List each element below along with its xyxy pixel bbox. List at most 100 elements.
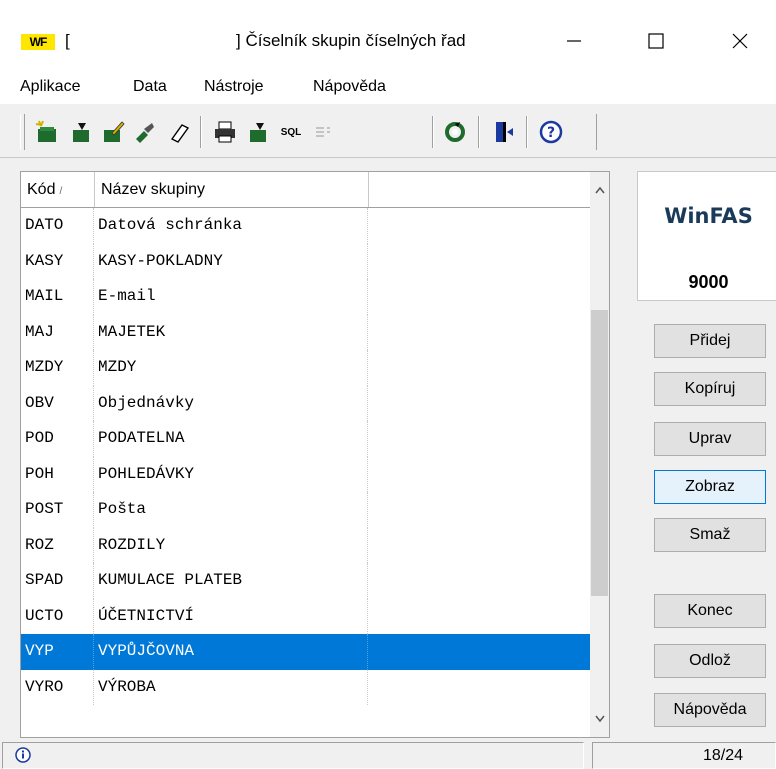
chevron-down-icon xyxy=(594,715,605,723)
eraser-icon xyxy=(170,124,190,143)
export-icon xyxy=(250,123,266,142)
print-icon xyxy=(215,121,235,143)
cell-name: MZDY xyxy=(95,350,368,386)
edit-pencil-button[interactable] xyxy=(98,114,128,150)
title-bar: WF [ ] Číselník skupin číselných řad xyxy=(0,0,776,70)
help-button[interactable]: ? xyxy=(536,114,566,150)
print-button[interactable] xyxy=(210,114,240,150)
minimize-button[interactable] xyxy=(544,18,604,64)
cell-name: POHLEDÁVKY xyxy=(95,456,368,492)
cell-name: VYPŮJČOVNA xyxy=(95,634,368,670)
cell-code: POH xyxy=(21,456,94,492)
grid-header: Kód / Název skupiny xyxy=(21,172,591,208)
maximize-button[interactable] xyxy=(626,18,686,64)
column-header-code-label: Kód xyxy=(27,181,56,198)
sql-icon: SQL xyxy=(280,126,302,138)
table-row[interactable]: DATO Datová schránka xyxy=(21,208,591,244)
toolbar-separator xyxy=(432,116,434,148)
table-row[interactable]: POH POHLEDÁVKY xyxy=(21,456,591,492)
cell-code: UCTO xyxy=(21,598,94,634)
menu-nastroje[interactable]: Nástroje xyxy=(204,78,264,96)
cell-name: MAJETEK xyxy=(95,314,368,350)
grid-body: DATO Datová schránka KASY KASY-POKLADNY MAIL… xyxy=(21,208,591,705)
cell-code: VYP xyxy=(21,634,94,670)
edit-button[interactable]: Uprav xyxy=(654,422,766,456)
table-row[interactable]: MAJ MAJETEK xyxy=(21,314,591,351)
scroll-up-button[interactable] xyxy=(590,172,609,208)
copy-button[interactable]: Kopíruj xyxy=(654,372,766,406)
filter-icon xyxy=(316,127,330,137)
table-row[interactable]: MZDY MZDY xyxy=(21,350,591,386)
edit-record-icon xyxy=(73,123,89,142)
table-row[interactable]: VYP VYPŮJČOVNA xyxy=(21,634,591,670)
delete-button[interactable]: Smaž xyxy=(654,518,766,552)
sql-button[interactable]: SQL xyxy=(276,114,306,150)
winfas-number: 9000 xyxy=(688,272,729,292)
group-grid[interactable]: Kód / Název skupiny DATO Datová schránka KA… xyxy=(20,171,610,738)
cell-empty xyxy=(369,670,591,706)
scroll-thumb[interactable] xyxy=(591,310,608,596)
exit-button[interactable] xyxy=(488,114,518,150)
view-button[interactable]: Zobraz xyxy=(654,470,766,504)
cell-code: SPAD xyxy=(21,563,94,599)
cell-code: MAJ xyxy=(21,314,94,350)
cell-code: POST xyxy=(21,492,94,528)
cell-code: OBV xyxy=(21,385,94,421)
cell-empty xyxy=(369,599,591,635)
status-position-panel: 18/24 xyxy=(592,742,776,769)
edit-record-button[interactable] xyxy=(66,114,96,150)
cell-empty xyxy=(369,244,591,280)
defer-button[interactable]: Odlož xyxy=(654,644,766,678)
menu-napoveda[interactable]: Nápověda xyxy=(313,78,386,96)
maximize-icon xyxy=(648,33,664,49)
cell-name: VÝROBA xyxy=(95,669,368,705)
column-header-name-label: Název skupiny xyxy=(101,181,206,198)
table-row[interactable]: KASY KASY-POKLADNY xyxy=(21,243,591,280)
help-side-button[interactable]: Nápověda xyxy=(654,693,766,727)
sort-indicator-icon: / xyxy=(59,186,63,197)
column-header-code[interactable]: Kód / xyxy=(21,172,95,207)
table-row[interactable]: ROZ ROZDILY xyxy=(21,527,591,563)
cell-name: E-mail xyxy=(95,279,368,315)
window-title: ] Číselník skupin číselných řad xyxy=(236,31,466,50)
scroll-down-button[interactable] xyxy=(590,701,609,737)
svg-text:?: ? xyxy=(547,125,555,141)
winfas-logo-box: WinFAS 9000 xyxy=(637,171,776,301)
end-button[interactable]: Konec xyxy=(654,594,766,628)
table-row[interactable]: OBV Objednávky xyxy=(21,385,591,421)
table-row[interactable]: POD PODATELNA xyxy=(21,421,591,457)
copy-record-icon xyxy=(136,123,154,143)
new-record-button[interactable] xyxy=(32,114,62,150)
toolbar-grip[interactable] xyxy=(20,114,25,150)
cell-code: VYRO xyxy=(21,669,94,705)
status-message-panel xyxy=(2,742,584,769)
cell-empty xyxy=(369,315,591,351)
app-logo: WF xyxy=(21,34,55,50)
column-header-name[interactable]: Název skupiny xyxy=(95,172,369,207)
table-row[interactable]: VYRO VÝROBA xyxy=(21,669,591,706)
help-icon: ? xyxy=(539,120,563,144)
menu-aplikace[interactable]: Aplikace xyxy=(20,78,80,96)
close-button[interactable] xyxy=(710,18,770,64)
minimize-icon xyxy=(567,40,581,42)
cell-code: KASY xyxy=(21,243,94,279)
toolbar-separator xyxy=(200,116,202,148)
cell-empty xyxy=(369,279,591,315)
vertical-scrollbar[interactable] xyxy=(590,172,609,737)
table-row[interactable]: UCTO ÚČETNICTVÍ xyxy=(21,598,591,635)
table-row[interactable]: POST Pošta xyxy=(21,492,591,528)
refresh-button[interactable] xyxy=(440,114,470,150)
table-row[interactable]: SPAD KUMULACE PLATEB xyxy=(21,563,591,599)
export-button[interactable] xyxy=(244,114,274,150)
table-row[interactable]: MAIL E-mail xyxy=(21,279,591,315)
toolbar-end xyxy=(596,114,597,150)
copy-record-button[interactable] xyxy=(130,114,160,150)
menu-data[interactable]: Data xyxy=(133,78,167,96)
add-button[interactable]: Přidej xyxy=(654,324,766,358)
filter-button[interactable] xyxy=(308,114,338,150)
cell-empty xyxy=(369,208,591,244)
window-title-prefix: [ xyxy=(65,31,70,50)
eraser-button[interactable] xyxy=(164,114,194,150)
info-icon xyxy=(15,747,31,763)
cell-code: POD xyxy=(21,421,94,457)
